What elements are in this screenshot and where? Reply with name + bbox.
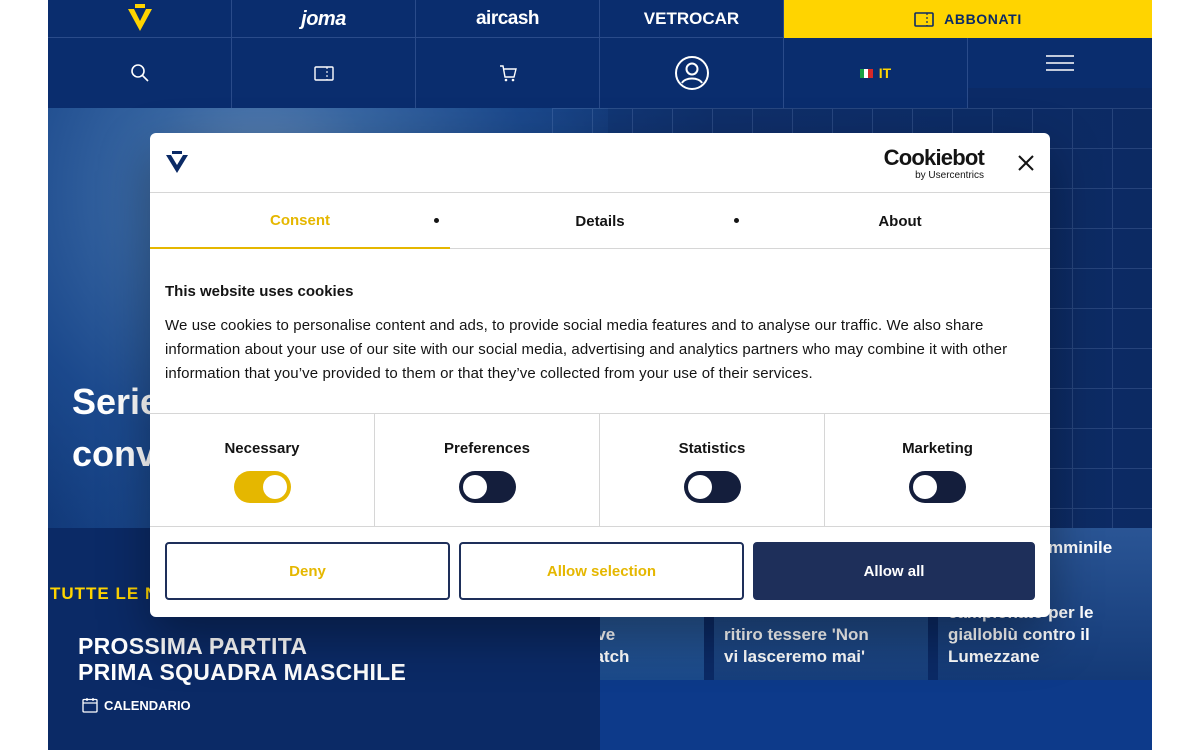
sponsor-joma[interactable]: joma: [232, 0, 416, 38]
statistics-toggle[interactable]: [683, 471, 741, 503]
calendar-link[interactable]: CALENDARIO: [82, 697, 191, 713]
cookiebot-logo[interactable]: Cookiebot by Usercentrics: [883, 145, 985, 182]
sponsor-joma-logo: joma: [301, 7, 346, 30]
preferences-toggle[interactable]: [458, 471, 516, 503]
hero-title-line1: Serie: [72, 381, 161, 422]
club-crest-icon: [127, 4, 152, 31]
hero-title: Serie conv: [72, 376, 160, 480]
menu-icon: [1046, 55, 1074, 71]
next-match-info: [600, 680, 1152, 750]
sponsor-bar: joma aircash VETROCAR ABBONATI: [48, 0, 1152, 38]
tickets-button[interactable]: [232, 38, 416, 108]
toggle-knob: [262, 475, 287, 499]
category-statistics: Statistics: [600, 414, 825, 527]
sponsor-aircash[interactable]: aircash: [416, 0, 600, 38]
hero-title-line2: conv: [72, 433, 157, 474]
abbonati-label: ABBONATI: [944, 11, 1022, 27]
consent-categories: Necessary Preferences Statistics Marketi…: [150, 414, 1050, 527]
next-match-line1: PROSSIMA PARTITA: [78, 633, 308, 659]
category-label: Necessary: [224, 440, 300, 457]
news-card-category: mminile: [1048, 538, 1113, 557]
language-label: IT: [878, 65, 892, 81]
utility-nav: IT: [48, 38, 1152, 108]
news-card-line: vi lasceremo mai': [724, 647, 866, 666]
abbonati-button[interactable]: ABBONATI: [784, 0, 1152, 38]
italy-flag-icon: [859, 68, 873, 78]
news-card-title: ritiro tessere 'Non vi lasceremo mai': [724, 624, 920, 668]
tab-about[interactable]: About: [750, 193, 1050, 249]
dialog-tabs: Consent Details About: [150, 193, 1050, 249]
next-match-panel: PROSSIMA PARTITA PRIMA SQUADRA MASCHILE …: [48, 603, 600, 750]
sponsor-aircash-logo: aircash: [475, 8, 540, 29]
calendar-icon: [82, 698, 98, 713]
category-necessary: Necessary: [150, 414, 375, 527]
ticket-icon: [313, 66, 334, 81]
cookie-consent-dialog: Cookiebot by Usercentrics Consent Detail…: [150, 133, 1050, 617]
cart-icon: [499, 65, 517, 82]
account-button[interactable]: [600, 38, 784, 108]
calendar-label: CALENDARIO: [104, 697, 191, 713]
category-label: Statistics: [678, 440, 746, 457]
cookiebot-brand: Cookiebot: [883, 145, 985, 170]
deny-button[interactable]: Deny: [165, 542, 450, 600]
toggle-knob: [462, 475, 487, 499]
tab-separator-dot: [434, 218, 439, 223]
language-selector[interactable]: IT: [784, 38, 968, 108]
news-card-line: Lumezzane: [948, 647, 1040, 666]
club-logo[interactable]: [48, 0, 232, 38]
sponsor-vetrocar-logo: VETROCAR: [643, 9, 740, 28]
dialog-heading: This website uses cookies: [165, 283, 354, 300]
cart-button[interactable]: [416, 38, 600, 108]
category-preferences: Preferences: [375, 414, 600, 527]
ticket-icon: [914, 12, 934, 27]
category-label: Marketing: [902, 440, 973, 457]
dialog-body: This website uses cookies We use cookies…: [150, 249, 1050, 414]
dialog-description: We use cookies to personalise content an…: [165, 317, 1008, 382]
news-card-line: ritiro tessere 'Non: [724, 625, 869, 644]
necessary-toggle[interactable]: [233, 471, 291, 503]
user-icon: [674, 56, 709, 90]
search-icon: [130, 64, 149, 82]
cookiebot-by: by Usercentrics: [915, 170, 984, 181]
next-match-title: PROSSIMA PARTITA PRIMA SQUADRA MASCHILE: [78, 633, 406, 685]
sponsor-vetrocar[interactable]: VETROCAR: [600, 0, 784, 38]
category-marketing: Marketing: [825, 414, 1050, 527]
menu-button[interactable]: [968, 38, 1152, 88]
allow-selection-button[interactable]: Allow selection: [459, 542, 744, 600]
allow-all-button[interactable]: Allow all: [753, 542, 1035, 600]
dialog-header: Cookiebot by Usercentrics: [150, 133, 1050, 193]
category-label: Preferences: [444, 440, 530, 457]
toggle-knob: [687, 475, 712, 499]
next-match-line2: PRIMA SQUADRA MASCHILE: [78, 659, 407, 685]
club-crest-icon: [166, 151, 188, 173]
close-button[interactable]: [1014, 151, 1038, 175]
marketing-toggle[interactable]: [909, 471, 966, 503]
search-button[interactable]: [48, 38, 232, 108]
tab-separator-dot: [734, 218, 739, 223]
tab-consent[interactable]: Consent: [150, 193, 450, 249]
news-card-line: gialloblù contro il: [948, 625, 1090, 644]
close-icon: [1018, 155, 1034, 171]
toggle-knob: [913, 475, 937, 499]
tab-details[interactable]: Details: [450, 193, 750, 249]
dialog-actions: Deny Allow selection Allow all: [150, 527, 1050, 600]
